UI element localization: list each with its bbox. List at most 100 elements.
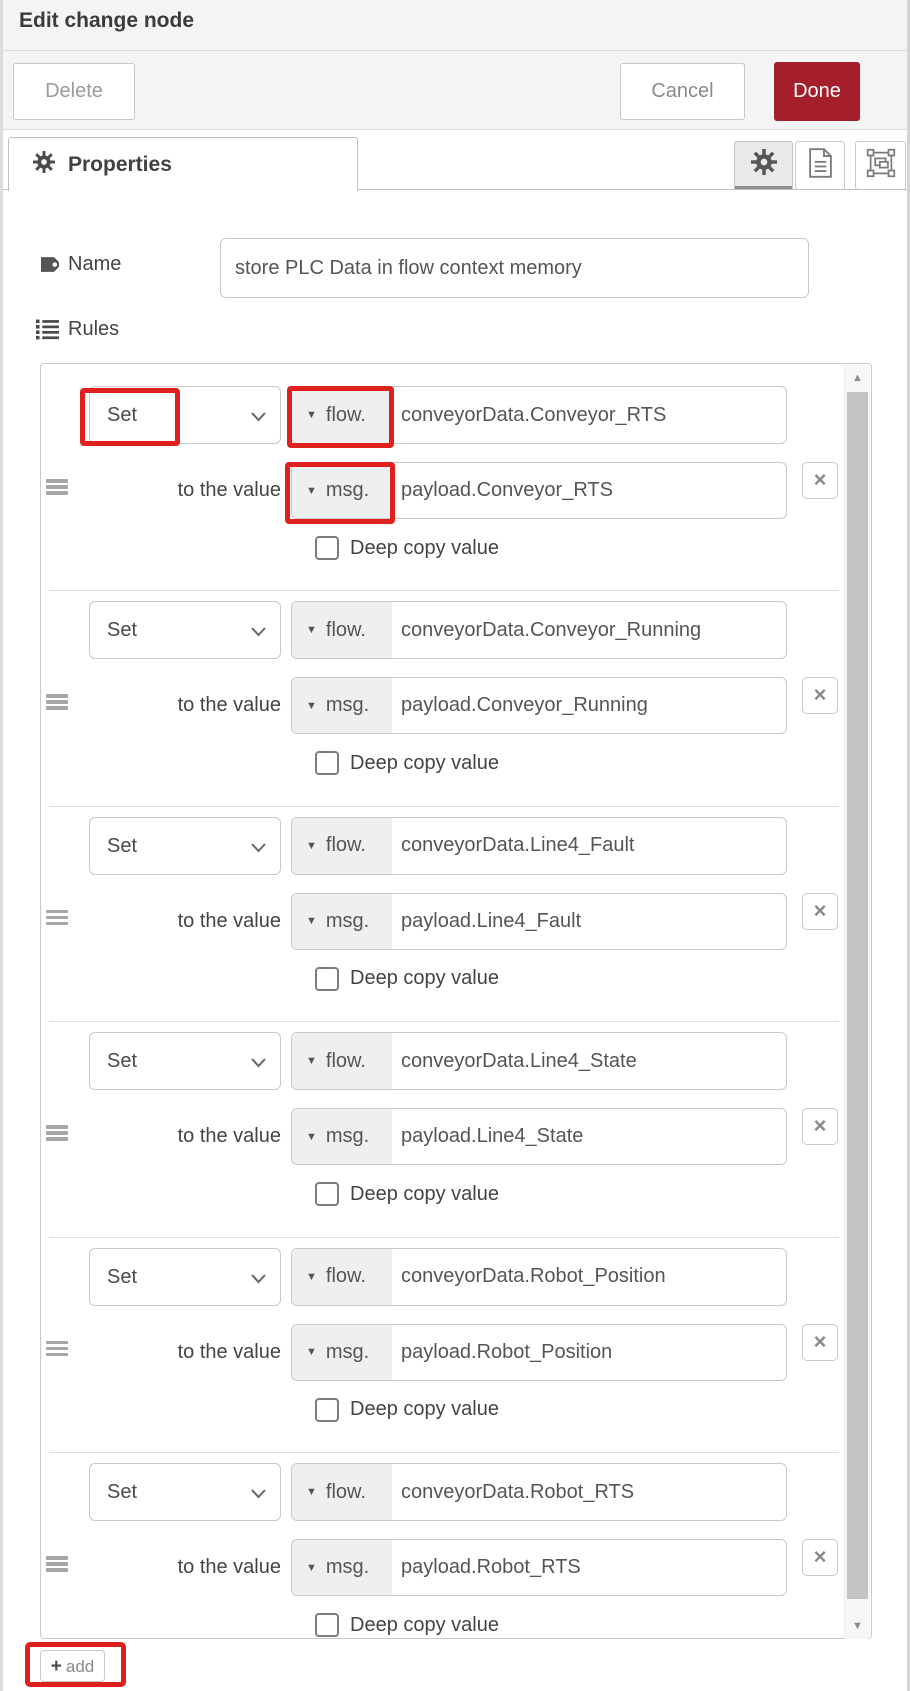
rules-section-label-text: Rules [68, 318, 119, 341]
tab-properties[interactable]: Properties [8, 137, 358, 191]
rule-value-prefix-button[interactable]: ▼ msg. [292, 894, 392, 949]
rule-action-select[interactable]: Set [89, 1463, 281, 1521]
rule-target-prefix-button[interactable]: ▼ flow. [292, 818, 392, 874]
remove-rule-button[interactable]: × [802, 1539, 838, 1576]
chevron-down-icon [250, 410, 267, 428]
name-field-label: Name [36, 253, 121, 276]
remove-rule-button[interactable]: × [802, 462, 838, 499]
deep-copy-checkbox[interactable] [315, 536, 339, 560]
tab-properties-label: Properties [68, 153, 172, 177]
remove-rule-button[interactable]: × [802, 677, 838, 714]
rule-target-input[interactable] [392, 387, 786, 443]
deep-copy-checkbox[interactable] [315, 1613, 339, 1637]
caret-down-icon: ▼ [306, 624, 317, 636]
appearance-view-button[interactable] [855, 141, 906, 190]
rule-value-input-group: ▼ msg. [291, 462, 787, 519]
rule-value-prefix-button[interactable]: ▼ msg. [292, 463, 392, 518]
rule-action-value: Set [107, 818, 137, 874]
add-rule-button-label: add [66, 1658, 94, 1675]
rule-target-prefix-label: flow. [326, 1481, 366, 1504]
rule-action-value: Set [107, 387, 137, 443]
caret-down-icon: ▼ [306, 1562, 317, 1574]
name-input[interactable] [220, 238, 809, 298]
rule-target-input[interactable] [392, 1033, 786, 1089]
name-field-label-text: Name [68, 253, 121, 276]
rule-target-input[interactable] [392, 1464, 786, 1520]
deep-copy-label: Deep copy value [350, 752, 499, 775]
rule-target-prefix-button[interactable]: ▼ flow. [292, 602, 392, 658]
deep-copy-label: Deep copy value [350, 1614, 499, 1637]
remove-rule-button[interactable]: × [802, 1108, 838, 1145]
caret-down-icon: ▼ [306, 1486, 317, 1498]
rules-scrollbar[interactable]: ▲ ▼ [844, 365, 870, 1639]
rule-value-input[interactable] [392, 894, 786, 949]
rule-row: Set ▼ flow. to the value ▼ [41, 806, 844, 1022]
rule-value-prefix-button[interactable]: ▼ msg. [292, 1540, 392, 1595]
gear-icon [751, 149, 777, 180]
list-icon [36, 319, 59, 340]
rule-row: Set ▼ flow. to the value ▼ [41, 1452, 844, 1638]
rule-target-input[interactable] [392, 602, 786, 658]
deep-copy-label: Deep copy value [350, 537, 499, 560]
rule-value-input[interactable] [392, 1109, 786, 1164]
rule-value-input[interactable] [392, 1325, 786, 1380]
rule-target-prefix-label: flow. [326, 1050, 366, 1073]
rule-value-input[interactable] [392, 678, 786, 733]
deep-copy-checkbox[interactable] [315, 1398, 339, 1422]
rule-value-input-group: ▼ msg. [291, 893, 787, 950]
description-view-button[interactable] [795, 141, 845, 190]
rule-value-input[interactable] [392, 463, 786, 518]
rule-action-select[interactable]: Set [89, 1032, 281, 1090]
tab-bar: Properties [3, 130, 907, 190]
caret-down-icon: ▼ [306, 1346, 317, 1358]
rule-action-select[interactable]: Set [89, 601, 281, 659]
add-rule-button[interactable]: + add [40, 1650, 105, 1682]
scroll-up-arrow[interactable]: ▲ [845, 365, 870, 391]
chevron-down-icon [250, 625, 267, 643]
deep-copy-label: Deep copy value [350, 1398, 499, 1421]
caret-down-icon: ▼ [306, 1271, 317, 1283]
rules-list: Set ▼ flow. to the value ▼ [41, 364, 844, 1638]
done-button[interactable]: Done [774, 62, 860, 121]
scroll-down-arrow[interactable]: ▼ [845, 1613, 870, 1639]
scrollbar-thumb[interactable] [847, 392, 868, 1599]
rule-to-value-label: to the value [41, 893, 281, 950]
rule-action-value: Set [107, 1464, 137, 1520]
rule-target-input-group: ▼ flow. [291, 1463, 787, 1521]
rule-action-select[interactable]: Set [89, 386, 281, 444]
rule-target-input[interactable] [392, 818, 786, 874]
rule-target-prefix-button[interactable]: ▼ flow. [292, 1033, 392, 1089]
rule-target-prefix-label: flow. [326, 1265, 366, 1288]
dialog-title: Edit change node [19, 9, 194, 33]
rule-value-prefix-label: msg. [326, 479, 369, 502]
rule-target-prefix-button[interactable]: ▼ flow. [292, 387, 392, 443]
rule-target-prefix-button[interactable]: ▼ flow. [292, 1464, 392, 1520]
rule-row: Set ▼ flow. to the value ▼ [41, 364, 844, 590]
rule-value-input-group: ▼ msg. [291, 1108, 787, 1165]
rule-value-prefix-button[interactable]: ▼ msg. [292, 1109, 392, 1164]
rule-target-input[interactable] [392, 1249, 786, 1305]
caret-down-icon: ▼ [306, 409, 317, 421]
rule-target-input-group: ▼ flow. [291, 386, 787, 444]
rule-target-prefix-button[interactable]: ▼ flow. [292, 1249, 392, 1305]
deep-copy-checkbox[interactable] [315, 967, 339, 991]
rule-value-prefix-label: msg. [326, 694, 369, 717]
edit-change-node-dialog: Edit change node Delete Cancel Done [0, 0, 910, 1691]
rule-action-select[interactable]: Set [89, 1248, 281, 1306]
remove-rule-button[interactable]: × [802, 893, 838, 930]
rule-value-input-group: ▼ msg. [291, 677, 787, 734]
cancel-button[interactable]: Cancel [620, 63, 745, 120]
deep-copy-checkbox[interactable] [315, 751, 339, 775]
delete-button[interactable]: Delete [13, 63, 135, 120]
rule-value-prefix-button[interactable]: ▼ msg. [292, 678, 392, 733]
deep-copy-checkbox[interactable] [315, 1182, 339, 1206]
rule-action-select[interactable]: Set [89, 817, 281, 875]
rule-value-prefix-label: msg. [326, 910, 369, 933]
tag-icon [36, 253, 59, 276]
chevron-down-icon [250, 841, 267, 859]
properties-view-button[interactable] [734, 141, 793, 190]
rule-value-prefix-button[interactable]: ▼ msg. [292, 1325, 392, 1380]
rule-value-input[interactable] [392, 1540, 786, 1595]
remove-rule-button[interactable]: × [802, 1324, 838, 1361]
gear-icon [33, 151, 55, 178]
